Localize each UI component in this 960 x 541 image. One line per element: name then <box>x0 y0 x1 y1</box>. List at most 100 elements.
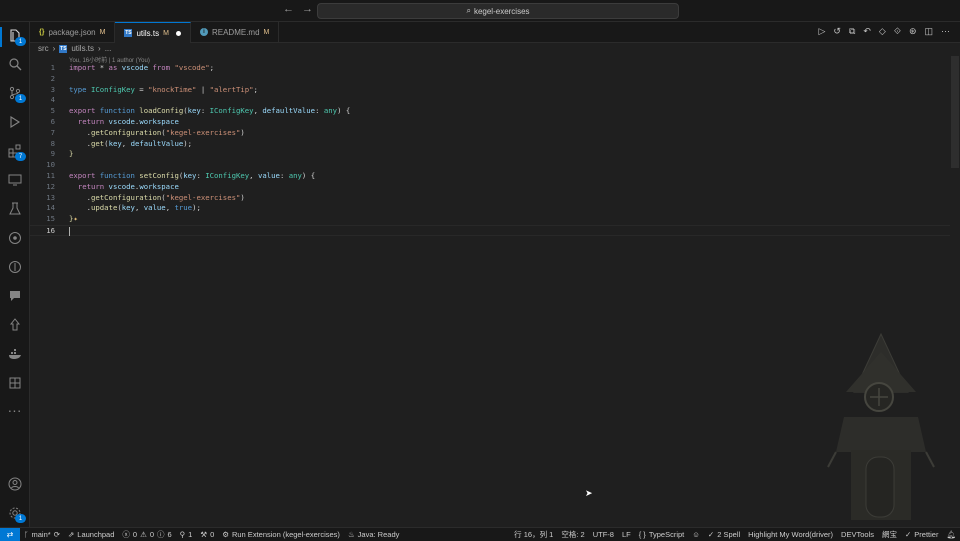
spell-label: 2 Spell <box>717 530 741 539</box>
launchpad-status[interactable]: ⇗ Launchpad <box>64 530 118 539</box>
manage-gear-icon[interactable]: 1 <box>6 504 26 523</box>
cursor-position[interactable]: 行 16，列 1 <box>510 529 557 540</box>
mouse-pointer-icon: ➤ <box>585 488 593 498</box>
compare-icon[interactable]: ⧉ <box>849 26 855 37</box>
revert-icon[interactable]: ↶ <box>863 26 871 37</box>
deploy-icon[interactable] <box>6 316 23 333</box>
typescript-file-icon: TS <box>59 44 68 53</box>
background-watermark-image <box>827 332 935 520</box>
code-line-current: 16 <box>30 224 950 236</box>
docker-icon[interactable] <box>6 345 23 362</box>
forward-arrow-icon[interactable]: → <box>302 3 313 15</box>
code-line: 9} <box>30 149 950 160</box>
search-icon[interactable] <box>6 55 23 72</box>
code-editor[interactable]: 1 import * as vscode from "vscode"; 2 3 ty… <box>30 63 950 236</box>
line-number: 2 <box>50 73 55 83</box>
more-actions-icon[interactable]: ··· <box>941 26 950 37</box>
scrollbar-thumb[interactable] <box>951 56 959 168</box>
nav-arrows: ← → <box>283 3 313 15</box>
ports-count: 1 <box>188 530 193 539</box>
tab-readme-md[interactable]: i README.md M <box>191 22 280 42</box>
java-status[interactable]: ♨ Java: Ready <box>344 530 403 539</box>
braces-icon: { } <box>638 530 646 539</box>
explorer-badge: 1 <box>15 37 26 46</box>
line-number: 4 <box>50 95 55 105</box>
devtools-status[interactable]: DEVTools <box>837 529 878 540</box>
chat-icon[interactable] <box>6 287 23 304</box>
command-center-search[interactable]: ⌕ kegel-exercises <box>317 3 679 19</box>
branch-status[interactable]: ᚴ main* ⟳ <box>20 530 64 539</box>
encoding-status[interactable]: UTF-8 <box>589 529 618 540</box>
sparkle-icon[interactable]: ✦ <box>73 214 77 223</box>
previous-change-icon[interactable]: ◇ <box>879 26 886 37</box>
spell-status[interactable]: ✓ 2 Spell <box>704 529 744 540</box>
problems-status[interactable]: ⓧ 0 ⚠ 0 ⓘ 6 <box>118 529 175 540</box>
indentation-status[interactable]: 空格: 2 <box>557 529 588 540</box>
tab-package-json[interactable]: {} package.json M <box>30 22 116 42</box>
timeline-icon[interactable] <box>6 258 23 275</box>
modified-indicator: M <box>163 29 169 37</box>
line-number: 9 <box>50 149 55 159</box>
split-editor-icon[interactable]: ◫ <box>924 26 933 37</box>
tab-utils-ts[interactable]: TS utils.ts M <box>115 22 191 43</box>
line-number: 8 <box>50 138 55 148</box>
breadcrumb-symbol[interactable]: ... <box>105 44 112 53</box>
tab-label: README.md <box>211 27 260 37</box>
editor-actions: ▷ ↺ ⧉ ↶ ◇ ⟐ ⊛ ◫ ··· <box>818 26 950 37</box>
extensions-icon[interactable]: 7 <box>6 142 26 161</box>
check-icon: ✓ <box>904 530 912 539</box>
run-icon[interactable]: ▷ <box>818 26 825 37</box>
unsaved-dot-icon[interactable] <box>175 30 181 36</box>
prettier-label: Prettier <box>914 530 939 539</box>
debug-icon: ⚙ <box>222 530 229 539</box>
back-arrow-icon[interactable]: ← <box>283 3 294 15</box>
source-control-icon[interactable]: 1 <box>6 84 26 103</box>
text-cursor <box>69 226 70 236</box>
notifications-bell-icon[interactable]: 🔔︎ <box>942 529 960 540</box>
line-number: 5 <box>50 106 55 116</box>
tasks-status[interactable]: ⚒ 0 <box>196 530 218 539</box>
line-number: 13 <box>46 192 55 202</box>
warning-icon: ⚠ <box>140 530 147 539</box>
remote-indicator[interactable]: ⇄ <box>0 528 20 541</box>
run-debug-icon[interactable] <box>6 113 23 130</box>
java-label: Java: Ready <box>357 530 400 539</box>
run-extension-status[interactable]: ⚙ Run Extension (kegel-exercises) <box>218 530 344 539</box>
next-change-icon[interactable]: ⟐ <box>894 26 901 37</box>
tasks-count: 0 <box>210 530 215 539</box>
language-status[interactable]: { } TypeScript <box>635 529 689 540</box>
branch-icon: ᚴ <box>24 530 29 539</box>
extra-status[interactable]: 網宝 <box>878 529 901 540</box>
gitlens-blame-icon[interactable]: ⊛ <box>909 26 917 37</box>
breadcrumb-folder[interactable]: src <box>38 44 49 53</box>
code-line: 15}✦ <box>30 214 950 225</box>
json-file-icon: {} <box>39 28 45 36</box>
line-number: 3 <box>50 84 55 94</box>
remote-explorer-icon[interactable] <box>6 171 23 188</box>
java-icon: ♨ <box>347 530 355 539</box>
active-view-indicator <box>0 27 2 47</box>
gitlens-icon[interactable] <box>6 229 23 246</box>
code-line: 4 <box>30 95 950 106</box>
language-label: TypeScript <box>648 530 685 539</box>
history-icon[interactable]: ↺ <box>833 26 841 37</box>
chevron-right-icon: › <box>98 44 101 53</box>
code-line: 2 <box>30 74 950 85</box>
copilot-icon[interactable]: ☺ <box>688 529 704 540</box>
tab-label: package.json <box>48 27 96 37</box>
more-icon[interactable]: ··· <box>6 401 23 418</box>
manage-badge: 1 <box>15 514 26 523</box>
prettier-status[interactable]: ✓ Prettier <box>901 529 942 540</box>
grid-icon[interactable] <box>6 374 23 391</box>
highlight-status[interactable]: Highlight My Word(driver) <box>744 529 837 540</box>
line-number: 16 <box>46 225 55 235</box>
code-line: 14 .update(key, value, true); <box>30 203 950 214</box>
breadcrumb-file[interactable]: utils.ts <box>71 44 94 53</box>
account-icon[interactable] <box>6 475 23 492</box>
ports-status[interactable]: ⚲ 1 <box>176 530 197 539</box>
code-line: 1 import * as vscode from "vscode"; <box>30 63 950 74</box>
testing-icon[interactable] <box>6 200 23 217</box>
rocket-icon: ⇗ <box>67 530 75 539</box>
eol-status[interactable]: LF <box>618 529 635 540</box>
explorer-icon[interactable]: 1 <box>6 27 26 46</box>
